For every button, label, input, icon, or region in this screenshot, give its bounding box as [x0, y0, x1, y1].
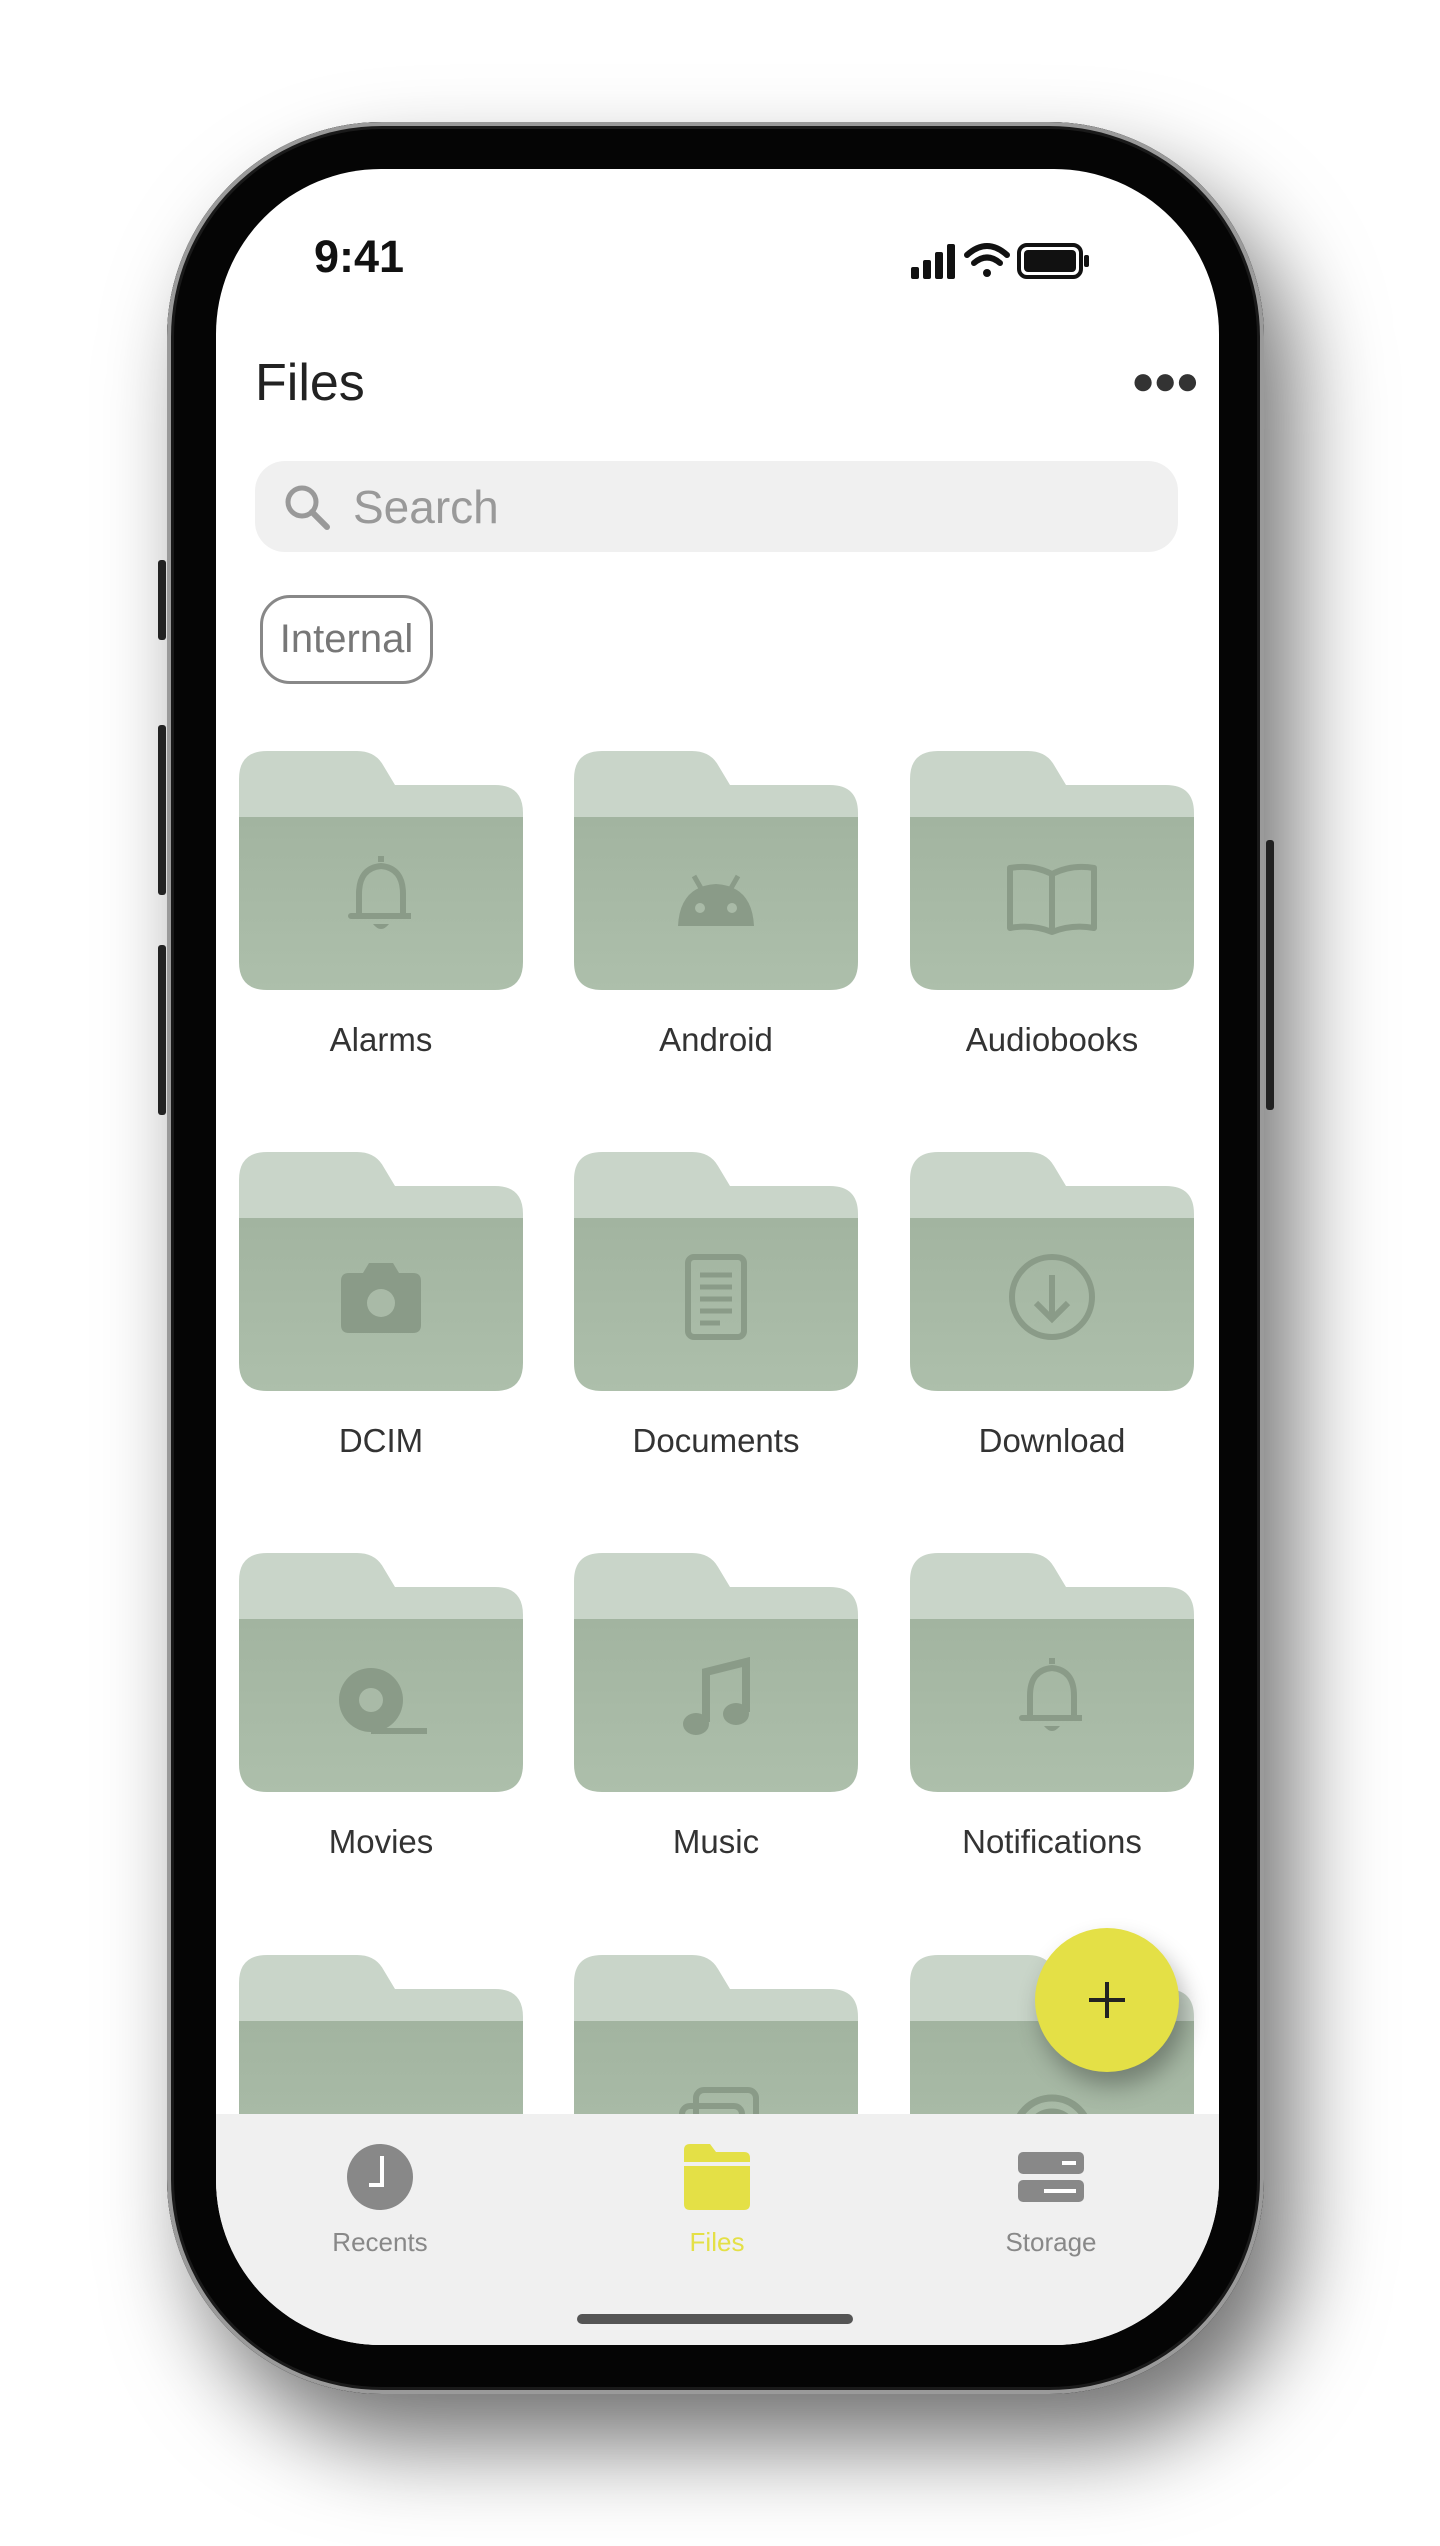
search-bar[interactable] [255, 461, 1178, 552]
folder-item[interactable]: DCIM [239, 1152, 523, 1459]
home-indicator[interactable] [577, 2314, 853, 2324]
storage-chip-internal[interactable]: Internal [260, 595, 433, 684]
tab-recents[interactable]: Recents [280, 2144, 480, 2258]
more-horizontal-icon: ●●● [1131, 359, 1199, 403]
volume-up-button [158, 725, 166, 895]
folder-label: Movies [328, 1823, 434, 1860]
tab-label: Storage [1005, 2227, 1097, 2257]
status-icons [911, 243, 1089, 279]
wifi-icon [964, 243, 1010, 277]
search-input[interactable] [351, 478, 1155, 535]
camera-icon [341, 1263, 421, 1333]
folder-item[interactable]: Alarms [239, 751, 523, 1058]
bell-icon [1019, 1658, 1082, 1731]
more-options-button[interactable]: ●●● [1131, 359, 1199, 404]
tab-files[interactable]: Files [617, 2144, 817, 2258]
folder-label: DCIM [338, 1422, 424, 1459]
folder-label: Notifications [962, 1823, 1142, 1860]
mute-switch [158, 560, 166, 640]
folder-label: Download [978, 1422, 1126, 1459]
folder-item[interactable]: Notifications [910, 1553, 1194, 1860]
folder-label: Music [672, 1823, 760, 1860]
page-title: Files [255, 354, 365, 412]
status-time: 9:41 [314, 231, 405, 282]
folder-icon [684, 2144, 750, 2210]
clock-icon [347, 2144, 413, 2210]
bottom-navigation: Recents Files Storage [216, 2114, 1219, 2345]
android-icon [678, 874, 754, 926]
folder-item[interactable]: Audiobooks [910, 751, 1194, 1058]
tab-label: Files [689, 2227, 745, 2257]
folder-label: Documents [632, 1422, 800, 1459]
power-button [1266, 840, 1274, 1110]
folder-label: Audiobooks [965, 1021, 1139, 1058]
volume-down-button [158, 945, 166, 1115]
folder-label: Android [659, 1021, 773, 1058]
book-icon [1007, 863, 1097, 935]
folder-item[interactable]: Movies [239, 1553, 523, 1860]
tab-label: Recents [332, 2227, 428, 2257]
folder-item[interactable]: Download [910, 1152, 1194, 1459]
folder-label: Alarms [329, 1021, 433, 1058]
folder-item[interactable]: Android [574, 751, 858, 1058]
screen: 9:41 Files ●●● Internal Alarms Android A… [216, 169, 1219, 2345]
signal-icon [911, 244, 955, 279]
folder-item[interactable]: Documents [574, 1152, 858, 1459]
document-icon [685, 1254, 747, 1340]
music-note-icon [683, 1656, 750, 1735]
plus-icon [1089, 1982, 1125, 2018]
search-icon [285, 485, 330, 530]
storage-icon [1018, 2152, 1084, 2202]
add-button[interactable] [1035, 1928, 1179, 2072]
bell-icon [348, 856, 411, 929]
movie-reel-icon [339, 1668, 427, 1734]
battery-icon [1017, 243, 1089, 279]
tab-storage[interactable]: Storage [951, 2144, 1151, 2258]
download-icon [1009, 1254, 1095, 1340]
folder-item[interactable]: Music [574, 1553, 858, 1860]
